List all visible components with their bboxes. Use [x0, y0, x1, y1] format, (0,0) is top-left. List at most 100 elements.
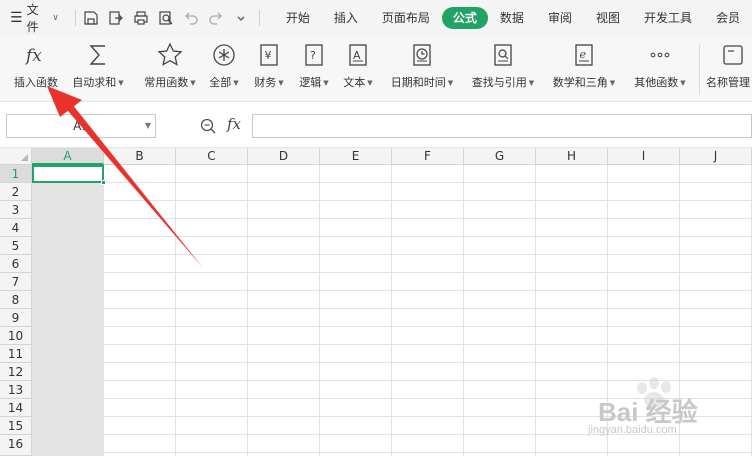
- export-button[interactable]: [105, 7, 127, 29]
- tab-formulas[interactable]: 公式: [441, 7, 488, 29]
- insert-function-button[interactable]: fx 插入函数: [8, 38, 64, 100]
- datetime-functions-button[interactable]: 日期和时间 ▼: [386, 38, 458, 100]
- dropdown-arrow-icon: ▼: [528, 79, 535, 87]
- grid-line: [32, 308, 752, 309]
- dropdown-arrow-icon: ▼: [323, 79, 329, 87]
- row-header-4[interactable]: 4: [0, 219, 32, 237]
- other-functions-button[interactable]: 其他函数 ▼: [629, 38, 691, 100]
- grid-line: [32, 236, 752, 237]
- row-header-16[interactable]: 16: [0, 435, 32, 456]
- more-icon: [650, 52, 670, 58]
- undo-button[interactable]: [180, 7, 202, 29]
- row-header-12[interactable]: 12: [0, 363, 32, 381]
- row-header-8[interactable]: 8: [0, 291, 32, 309]
- name-manager-button[interactable]: 名称管理: [706, 38, 752, 100]
- active-cell-a1[interactable]: [32, 165, 106, 185]
- row-header-5[interactable]: 5: [0, 237, 32, 255]
- divider: [74, 10, 76, 26]
- name-manager-icon: [723, 45, 743, 65]
- insert-function-fx-button[interactable]: fx: [227, 115, 241, 133]
- row-header-2[interactable]: 2: [0, 183, 32, 201]
- text-a-icon: A: [349, 44, 367, 66]
- hamburger-icon: ☰: [10, 10, 23, 26]
- fx-icon: fx: [24, 46, 42, 66]
- grid-line: [32, 272, 752, 273]
- finance-functions-button[interactable]: ¥ 财务 ▼: [251, 38, 287, 100]
- text-label: 文本: [343, 76, 366, 89]
- grid-line: [32, 254, 752, 255]
- column-header-a[interactable]: A: [32, 148, 104, 165]
- column-header-f[interactable]: F: [392, 148, 464, 165]
- text-functions-button[interactable]: A 文本 ▼: [340, 38, 376, 100]
- row-header-14[interactable]: 14: [0, 399, 32, 417]
- tab-review[interactable]: 审阅: [536, 7, 584, 29]
- lookup-label: 查找与引用: [471, 76, 527, 89]
- svg-text:A: A: [353, 49, 361, 62]
- row-header-7[interactable]: 7: [0, 273, 32, 291]
- print-preview-button[interactable]: [155, 7, 177, 29]
- all-functions-button[interactable]: 全部 ▼: [206, 38, 242, 100]
- file-menu-button[interactable]: ☰ 文件 ∨: [0, 0, 65, 36]
- fill-handle[interactable]: [101, 180, 106, 185]
- tab-data[interactable]: 数据: [488, 7, 536, 29]
- column-header-j[interactable]: J: [680, 148, 752, 165]
- column-header-b[interactable]: B: [104, 148, 176, 165]
- tab-view[interactable]: 视图: [584, 7, 632, 29]
- row-header-10[interactable]: 10: [0, 327, 32, 345]
- tab-insert[interactable]: 插入: [322, 7, 370, 29]
- grid-line: [103, 165, 104, 456]
- other-functions-label: 其他函数: [634, 76, 679, 89]
- divider: [258, 10, 260, 26]
- column-header-g[interactable]: G: [464, 148, 536, 165]
- row-header-11[interactable]: 11: [0, 345, 32, 363]
- common-functions-button[interactable]: 常用函数 ▼: [137, 38, 203, 100]
- zoom-icon[interactable]: [199, 117, 217, 135]
- save-button[interactable]: [80, 7, 102, 29]
- file-menu-label: 文件: [26, 3, 39, 34]
- grid-line: [32, 344, 752, 345]
- row-header-9[interactable]: 9: [0, 309, 32, 327]
- redo-button[interactable]: [205, 7, 227, 29]
- tab-page-layout[interactable]: 页面布局: [370, 7, 442, 29]
- row-header-3[interactable]: 3: [0, 201, 32, 219]
- formula-input[interactable]: [252, 114, 752, 138]
- divider: [699, 44, 700, 94]
- autosum-button[interactable]: 自动求和 ▼: [68, 38, 128, 100]
- customize-toolbar-button[interactable]: [230, 7, 252, 29]
- row-header-13[interactable]: 13: [0, 381, 32, 399]
- logic-functions-button[interactable]: ? 逻辑 ▼: [296, 38, 332, 100]
- name-box[interactable]: A1 ▼: [6, 114, 156, 138]
- column-header-h[interactable]: H: [536, 148, 608, 165]
- dropdown-arrow-icon: ▼: [233, 79, 239, 87]
- sigma-icon: [89, 45, 105, 65]
- asterisk-circle-icon: [213, 44, 235, 66]
- row-header-6[interactable]: 6: [0, 255, 32, 273]
- name-box-value: A1: [73, 119, 89, 133]
- select-all-icon: [21, 154, 28, 161]
- tab-member[interactable]: 会员: [704, 7, 752, 29]
- save-icon: [84, 11, 98, 25]
- selected-column-highlight: [32, 165, 104, 456]
- row-header-1[interactable]: 1: [0, 165, 32, 183]
- grid-line: [175, 165, 176, 456]
- math-functions-button[interactable]: e 数学和三角 ▼: [548, 38, 620, 100]
- tab-developer[interactable]: 开发工具: [632, 7, 704, 29]
- undo-icon: [184, 12, 198, 25]
- tab-home[interactable]: 开始: [274, 7, 322, 29]
- column-header-e[interactable]: E: [320, 148, 392, 165]
- yen-book-icon: ¥: [260, 44, 278, 66]
- grid-line: [535, 165, 536, 456]
- column-header-d[interactable]: D: [248, 148, 320, 165]
- dropdown-arrow-icon: ▼: [118, 79, 124, 87]
- datetime-label: 日期和时间: [390, 76, 446, 89]
- svg-text:fx: fx: [24, 46, 42, 66]
- column-header-c[interactable]: C: [176, 148, 248, 165]
- print-preview-icon: [159, 11, 173, 25]
- column-header-i[interactable]: I: [608, 148, 680, 165]
- insert-function-label: 插入函数: [14, 76, 58, 89]
- lookup-functions-button[interactable]: 查找与引用 ▼: [467, 38, 539, 100]
- row-header-15[interactable]: 15: [0, 417, 32, 435]
- print-button[interactable]: [130, 7, 152, 29]
- all-functions-label: 全部: [209, 76, 232, 89]
- select-all-corner[interactable]: [0, 148, 32, 165]
